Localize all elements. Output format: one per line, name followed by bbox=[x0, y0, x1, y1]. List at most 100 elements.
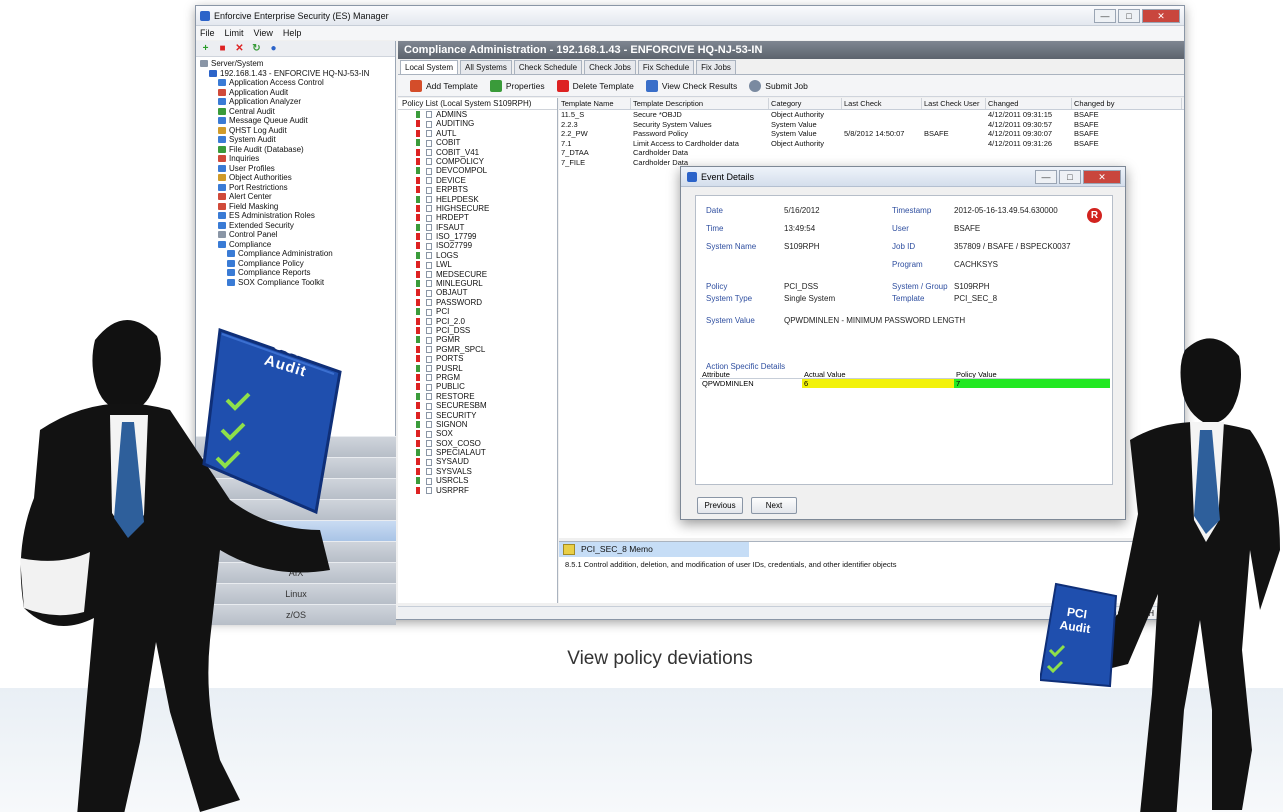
policy-item[interactable]: AUTL bbox=[398, 129, 557, 138]
column-header[interactable]: Last Check bbox=[842, 98, 922, 109]
policy-item[interactable]: ADMINS bbox=[398, 110, 557, 119]
policy-item[interactable]: SOX bbox=[398, 429, 557, 438]
column-header[interactable]: Category bbox=[769, 98, 842, 109]
policy-item[interactable]: HELPDESK bbox=[398, 195, 557, 204]
next-button[interactable]: Next bbox=[751, 497, 797, 514]
dialog-maximize-button[interactable]: □ bbox=[1059, 169, 1081, 184]
policy-item[interactable]: COBIT bbox=[398, 138, 557, 147]
menu-file[interactable]: File bbox=[200, 28, 215, 38]
table-row[interactable]: 2.2.3 Security System Values System Value 4… bbox=[559, 120, 1184, 130]
policy-item[interactable]: SYSVALS bbox=[398, 467, 557, 476]
menu-help[interactable]: Help bbox=[283, 28, 302, 38]
policy-item[interactable]: RESTORE bbox=[398, 392, 557, 401]
column-header[interactable]: Changed bbox=[986, 98, 1072, 109]
tab[interactable]: Local System bbox=[400, 60, 459, 74]
tree-node[interactable]: Application Access Control bbox=[200, 78, 393, 88]
tree-node[interactable]: Object Authorities bbox=[200, 173, 393, 183]
menu-limit[interactable]: Limit bbox=[225, 28, 244, 38]
policy-item[interactable]: PCI_DSS bbox=[398, 326, 557, 335]
policy-item[interactable]: ERPBTS bbox=[398, 185, 557, 194]
previous-button[interactable]: Previous bbox=[697, 497, 743, 514]
add-template-button[interactable]: Add Template bbox=[410, 79, 478, 92]
table-row[interactable]: 11.5_S Secure *OBJD Object Authority 4/12/2… bbox=[559, 110, 1184, 120]
tree-node[interactable]: 192.168.1.43 - ENFORCIVE HQ-NJ-53-IN bbox=[200, 69, 393, 79]
column-header[interactable]: Changed by bbox=[1072, 98, 1182, 109]
remove-icon[interactable]: ■ bbox=[217, 43, 228, 54]
policy-item[interactable]: AUDITING bbox=[398, 119, 557, 128]
tree-node[interactable]: Compliance Administration bbox=[200, 249, 393, 259]
policy-item[interactable]: PCI bbox=[398, 307, 557, 316]
policy-item[interactable]: SECURITY bbox=[398, 411, 557, 420]
add-icon[interactable]: + bbox=[200, 43, 211, 54]
policy-item[interactable]: PGMR bbox=[398, 335, 557, 344]
policy-item[interactable]: COBIT_V41 bbox=[398, 148, 557, 157]
tree-node[interactable]: Extended Security bbox=[200, 221, 393, 231]
policy-item[interactable]: SOX_COSO bbox=[398, 439, 557, 448]
policy-item[interactable]: IFSAUT bbox=[398, 223, 557, 232]
policy-item[interactable]: PASSWORD bbox=[398, 298, 557, 307]
tab[interactable]: Fix Schedule bbox=[637, 60, 695, 74]
policy-item[interactable]: HIGHSECURE bbox=[398, 204, 557, 213]
policy-item[interactable]: PGMR_SPCL bbox=[398, 345, 557, 354]
tab[interactable]: Check Schedule bbox=[513, 60, 583, 74]
policy-item[interactable]: COMPOLICY bbox=[398, 157, 557, 166]
tab[interactable]: Fix Jobs bbox=[696, 60, 736, 74]
policy-item[interactable]: SPECIALAUT bbox=[398, 448, 557, 457]
policy-item[interactable]: MINLEGURL bbox=[398, 279, 557, 288]
policy-item[interactable]: USRPRF bbox=[398, 486, 557, 495]
tree-node[interactable]: Message Queue Audit bbox=[200, 116, 393, 126]
tree-node[interactable]: Control Panel bbox=[200, 230, 393, 240]
tree-node[interactable]: Field Masking bbox=[200, 202, 393, 212]
policy-item[interactable]: USRCLS bbox=[398, 476, 557, 485]
tree-node[interactable]: Compliance Policy bbox=[200, 259, 393, 269]
tab[interactable]: Check Jobs bbox=[584, 60, 636, 74]
dialog-minimize-button[interactable]: — bbox=[1035, 169, 1057, 184]
tree-node[interactable]: Compliance Reports bbox=[200, 268, 393, 278]
policy-item[interactable]: DEVICE bbox=[398, 176, 557, 185]
policy-item[interactable]: DEVCOMPOL bbox=[398, 166, 557, 175]
tree-node[interactable]: Application Audit bbox=[200, 88, 393, 98]
policy-item[interactable]: SYSAUD bbox=[398, 457, 557, 466]
delete-icon[interactable]: ✕ bbox=[234, 43, 245, 54]
tree-node[interactable]: SOX Compliance Toolkit bbox=[200, 278, 393, 288]
policy-item[interactable]: SIGNON bbox=[398, 420, 557, 429]
table-row[interactable]: 7.1 Limit Access to Cardholder data Object… bbox=[559, 139, 1184, 149]
menu-view[interactable]: View bbox=[254, 28, 273, 38]
table-row[interactable]: 7_DTAA Cardholder Data bbox=[559, 148, 1184, 158]
tree-node[interactable]: QHST Log Audit bbox=[200, 126, 393, 136]
policy-item[interactable]: LWL bbox=[398, 260, 557, 269]
close-button[interactable]: ✕ bbox=[1142, 8, 1180, 23]
column-header[interactable]: Template Description bbox=[631, 98, 769, 109]
tree-node[interactable]: File Audit (Database) bbox=[200, 145, 393, 155]
tab[interactable]: All Systems bbox=[460, 60, 512, 74]
refresh-icon[interactable]: ↻ bbox=[251, 43, 262, 54]
tree-node[interactable]: Compliance bbox=[200, 240, 393, 250]
policy-item[interactable]: PUBLIC bbox=[398, 382, 557, 391]
tree-node[interactable]: System Audit bbox=[200, 135, 393, 145]
column-header[interactable]: Template Name bbox=[559, 98, 631, 109]
policy-item[interactable]: PRGM bbox=[398, 373, 557, 382]
tree-node[interactable]: Alert Center bbox=[200, 192, 393, 202]
policy-item[interactable]: LOGS bbox=[398, 251, 557, 260]
properties-button[interactable]: Properties bbox=[489, 79, 545, 92]
policy-item[interactable]: ISO_17799 bbox=[398, 232, 557, 241]
tree-node[interactable]: Port Restrictions bbox=[200, 183, 393, 193]
server-tree[interactable]: Server/System 192.168.1.43 - ENFORCIVE HQ… bbox=[196, 57, 395, 287]
view-check-results-button[interactable]: View Check Results bbox=[645, 79, 737, 92]
policy-item[interactable]: OBJAUT bbox=[398, 288, 557, 297]
policy-item[interactable]: MEDSECURE bbox=[398, 270, 557, 279]
submit-job-button[interactable]: Submit Job bbox=[749, 79, 808, 92]
policy-item[interactable]: PCI_2.0 bbox=[398, 317, 557, 326]
tree-node[interactable]: ES Administration Roles bbox=[200, 211, 393, 221]
tree-node[interactable]: Server/System bbox=[200, 59, 393, 69]
policy-item[interactable]: HRDEPT bbox=[398, 213, 557, 222]
column-header[interactable]: Last Check User bbox=[922, 98, 986, 109]
policy-item[interactable]: PORTS bbox=[398, 354, 557, 363]
policy-item[interactable]: PUSRL bbox=[398, 364, 557, 373]
tree-node[interactable]: Central Audit bbox=[200, 107, 393, 117]
info-icon[interactable]: ● bbox=[268, 43, 279, 54]
minimize-button[interactable]: — bbox=[1094, 8, 1116, 23]
maximize-button[interactable]: □ bbox=[1118, 8, 1140, 23]
policy-item[interactable]: ISO27799 bbox=[398, 241, 557, 250]
delete-template-button[interactable]: Delete Template bbox=[556, 79, 634, 92]
